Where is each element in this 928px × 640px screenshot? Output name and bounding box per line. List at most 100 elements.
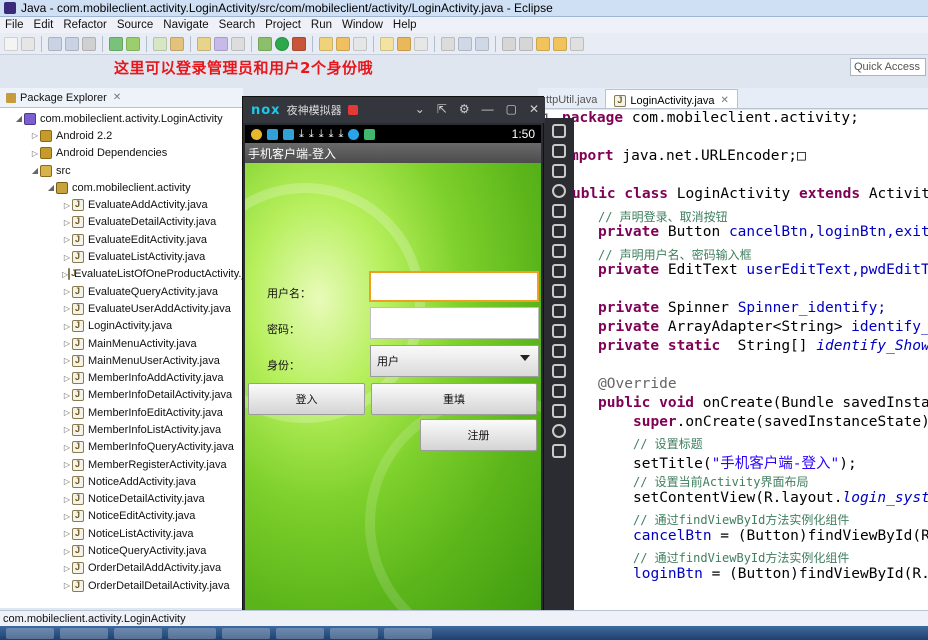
collapse-arrow-icon[interactable]: ▷ [62, 443, 72, 452]
tree-item-java-file[interactable]: ▷ MemberInfoAddActivity.java [0, 369, 243, 386]
loading-icon[interactable] [552, 304, 566, 318]
collapse-arrow-icon[interactable]: ▷ [62, 253, 72, 262]
collapse-arrow-icon[interactable]: ▷ [62, 235, 72, 244]
quick-access-input[interactable]: Quick Access [850, 58, 926, 76]
collapse-arrow-icon[interactable]: ▷ [62, 512, 72, 521]
history-icon[interactable] [570, 36, 584, 51]
menu-window[interactable]: Window [337, 19, 388, 31]
code-editor[interactable]: 1 package com.mobileclient.activity; mpo… [538, 110, 928, 610]
save-icon[interactable] [48, 36, 62, 51]
reset-button[interactable]: 重填 [371, 383, 537, 415]
download-icon[interactable] [109, 36, 123, 51]
collapse-arrow-icon[interactable]: ▷ [30, 149, 40, 158]
location-icon[interactable] [552, 184, 566, 198]
expand-arrow-icon[interactable]: ◢ [14, 114, 24, 123]
taskbar-button[interactable] [6, 627, 54, 639]
menu-project[interactable]: Project [260, 19, 306, 31]
collapse-arrow-icon[interactable]: ▷ [30, 131, 40, 140]
android-sdk-icon[interactable] [126, 36, 140, 51]
tree-item-java-file[interactable]: ▷ MemberInfoQueryActivity.java [0, 439, 243, 456]
collapse-arrow-icon[interactable]: ▷ [62, 581, 72, 590]
close-icon[interactable]: ✕ [721, 95, 729, 106]
taskbar-button[interactable] [276, 627, 324, 639]
volume-up-icon[interactable] [552, 244, 566, 258]
collapse-arrow-icon[interactable]: ▷ [62, 304, 72, 313]
menu-help[interactable]: Help [388, 19, 422, 31]
tree-item-java-file[interactable]: ▷ MemberRegisterActivity.java [0, 456, 243, 473]
tree-item-java-file[interactable]: ▷ MainMenuActivity.java [0, 335, 243, 352]
close-icon[interactable]: ✕ [113, 92, 121, 103]
external-tools-icon[interactable] [292, 36, 306, 51]
collapse-arrow-icon[interactable]: ▷ [62, 408, 72, 417]
maximize-icon[interactable]: ▢ [506, 102, 517, 116]
collapse-arrow-icon[interactable]: ▷ [62, 477, 72, 486]
collapse-arrow-icon[interactable]: ▷ [62, 339, 72, 348]
tree-item-java-file[interactable]: ▷ EvaluateAddActivity.java [0, 196, 243, 213]
collapse-arrow-icon[interactable]: ▷ [62, 322, 72, 331]
menu-refactor[interactable]: Refactor [58, 19, 111, 31]
back-icon[interactable] [536, 36, 550, 51]
new-package-icon[interactable] [319, 36, 333, 51]
menu-edit[interactable]: Edit [29, 19, 59, 31]
refresh-icon[interactable] [231, 36, 245, 51]
tree-item-package[interactable]: ◢ com.mobileclient.activity [0, 179, 243, 196]
login-button[interactable]: 登入 [248, 383, 365, 415]
taskbar-button[interactable] [60, 627, 108, 639]
pin-icon[interactable] [441, 36, 455, 51]
tree-item-java-file[interactable]: ▷ NoticeEditActivity.java [0, 508, 243, 525]
collapse-arrow-icon[interactable]: ▷ [62, 547, 72, 556]
collapse-arrow-icon[interactable]: ▷ [62, 391, 72, 400]
open-type-icon[interactable] [197, 36, 211, 51]
username-input[interactable] [369, 271, 539, 302]
layout-icon[interactable] [475, 36, 489, 51]
debug-icon[interactable] [258, 36, 272, 51]
forward-icon[interactable] [553, 36, 567, 51]
tree-item-java-file[interactable]: ▷ MemberInfoListActivity.java [0, 421, 243, 438]
pencil-icon[interactable] [397, 36, 411, 51]
menu-source[interactable]: Source [112, 19, 158, 31]
fullscreen-icon[interactable] [552, 224, 566, 238]
menu-search[interactable]: Search [214, 19, 260, 31]
open-folder-icon[interactable] [380, 36, 394, 51]
taskbar-button[interactable] [114, 627, 162, 639]
tree-item-java-file[interactable]: ▷ NoticeDetailActivity.java [0, 491, 243, 508]
back-icon[interactable] [552, 424, 566, 438]
apps-icon[interactable] [552, 404, 566, 418]
tree-item-java-file[interactable]: ▷EvaluateListOfOneProductActivity.java [0, 266, 243, 283]
tree-item-java-file[interactable]: ▷ MemberInfoDetailActivity.java [0, 387, 243, 404]
collapse-arrow-icon[interactable]: ▷ [62, 495, 72, 504]
tree-item-java-file[interactable]: ▷ MainMenuUserActivity.java [0, 352, 243, 369]
collapse-arrow-icon[interactable]: ▷ [62, 529, 72, 538]
tree-item-java-file[interactable]: ▷ NoticeListActivity.java [0, 525, 243, 542]
next-annotation-icon[interactable] [502, 36, 516, 51]
settings-icon[interactable]: ⚙ [459, 102, 470, 116]
print-icon[interactable] [82, 36, 96, 51]
keyboard-icon[interactable] [552, 204, 566, 218]
pin-icon[interactable]: ⇱ [437, 102, 447, 116]
tab-loginactivity[interactable]: LoginActivity.java ✕ [605, 89, 738, 108]
rotate-icon[interactable] [552, 324, 566, 338]
checkbox-icon[interactable] [153, 36, 167, 51]
tree-item-java-file[interactable]: ▷ LoginActivity.java [0, 318, 243, 335]
collapse-arrow-icon[interactable]: ▷ [62, 460, 72, 469]
scissors-icon[interactable] [552, 164, 566, 178]
new-file-icon[interactable] [4, 36, 18, 51]
menu-navigate[interactable]: Navigate [158, 19, 213, 31]
collapse-arrow-icon[interactable]: ▷ [62, 356, 72, 365]
collapse-arrow-icon[interactable]: ▷ [62, 287, 72, 296]
tree-item-java-file[interactable]: ▷ OrderDetailAddActivity.java [0, 560, 243, 577]
screenshot-icon[interactable] [552, 284, 566, 298]
tree-item-java-file[interactable]: ▷ OrderDetailDetailActivity.java [0, 577, 243, 594]
taskbar-button[interactable] [168, 627, 216, 639]
collapse-arrow-icon[interactable]: ▷ [62, 374, 72, 383]
menu-file[interactable]: File [0, 19, 29, 31]
collapse-arrow-icon[interactable]: ▷ [62, 201, 72, 210]
new-class-icon[interactable] [336, 36, 350, 51]
tree-item-dependencies[interactable]: ▷ Android Dependencies [0, 145, 243, 162]
tab-httputil[interactable]: ttpUtil.java [538, 89, 605, 108]
robot-icon[interactable] [552, 144, 566, 158]
expand-arrow-icon[interactable]: ◢ [30, 166, 40, 175]
new-dropdown-icon[interactable] [21, 36, 35, 51]
menu-icon[interactable] [552, 384, 566, 398]
dropdown-icon[interactable]: ⌄ [415, 102, 425, 116]
